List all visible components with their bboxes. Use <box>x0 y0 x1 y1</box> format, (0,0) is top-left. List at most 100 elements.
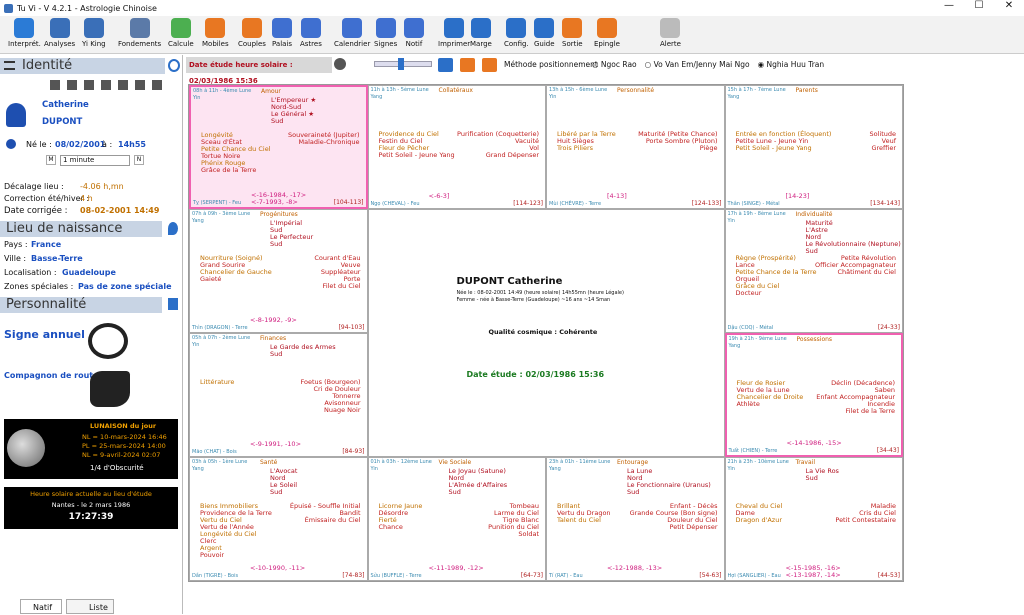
palace-age: [4-13] <box>607 192 627 200</box>
toolbar-astres-button[interactable]: Astres <box>300 18 322 52</box>
toolbar-yiking-button[interactable]: Yi King <box>82 18 106 52</box>
maximize-button[interactable]: ☐ <box>964 0 994 16</box>
toolbar-alerte-button[interactable]: Alerte <box>660 18 681 52</box>
analyses-icon <box>49 18 70 38</box>
pencil-icon[interactable] <box>50 80 60 90</box>
natal-info-1: Née le : 08-02-2001 14:49 (heure solaire… <box>456 290 624 296</box>
edit-icon[interactable] <box>482 58 497 72</box>
palace-yinyang: Yang <box>727 94 740 100</box>
palace-hour: 05h à 07h - 2ème Lune <box>192 335 251 341</box>
palace-amour[interactable]: 08h à 11h - 4ème Lune Yin Amour L'Empereur … <box>189 85 368 209</box>
calendrier-icon <box>342 18 363 38</box>
settings-icon[interactable] <box>152 80 162 90</box>
method-option[interactable]: ○ Ngoc Rao <box>592 60 637 69</box>
time-prev-button[interactable]: M <box>46 155 56 165</box>
natal-name: DUPONT Catherine <box>456 276 563 287</box>
toolbar-palais-button[interactable]: Palais <box>272 18 292 52</box>
palace-sant[interactable]: 03h à 05h - 1ère Lune Yang Santé L'Avocat No… <box>189 457 368 581</box>
tab-natif[interactable]: Natif <box>20 599 62 614</box>
menu-icon[interactable] <box>4 61 15 70</box>
interval-select[interactable]: 1 minute <box>60 155 130 166</box>
toolbar-mobiles-button[interactable]: Mobiles <box>202 18 229 52</box>
personality-header: Personnalité <box>0 297 162 313</box>
fingerprint-icon[interactable] <box>168 59 180 72</box>
palace-chart: 08h à 11h - 4ème Lune Yin Amour L'Empereur … <box>188 84 904 582</box>
city-label: Ville : <box>4 254 27 263</box>
palace-age: <-14-1986, -15> <box>786 439 842 447</box>
time-next-button[interactable]: N <box>134 155 144 165</box>
palace-parents[interactable]: 15h à 17h - 7ème Lune Yang Parents Entrée e… <box>724 85 903 209</box>
add-icon[interactable] <box>67 80 77 90</box>
palace-age: <-6-3] <box>428 192 450 200</box>
palace-personnalit[interactable]: 13h à 15h - 6ème Lune Yin Personnalité Libé… <box>546 85 725 209</box>
star-main: Sud <box>271 117 284 125</box>
alerte-icon <box>660 18 681 38</box>
clock-button[interactable] <box>334 58 346 70</box>
star-main: Le Révolutionnaire (Neptune) <box>805 240 901 248</box>
trash-icon[interactable] <box>84 80 94 90</box>
palace-possessions[interactable]: 19h à 21h - 9ème Lune Yang Possessions Fleu… <box>724 333 903 457</box>
toolbar-fondements-button[interactable]: Fondements <box>118 18 161 52</box>
method-option[interactable]: ◉ Nghia Huu Tran <box>758 60 825 69</box>
toolbar-label: Alerte <box>660 40 681 48</box>
star-right: Maladie-Chronique <box>298 138 360 146</box>
toolbar-sortie-button[interactable]: Sortie <box>562 18 583 52</box>
slider-handle[interactable] <box>398 58 404 70</box>
toolbar-imprimer-button[interactable]: Imprimer <box>438 18 470 52</box>
toolbar-epingle-button[interactable]: Epingle <box>594 18 620 52</box>
country-label: Pays : <box>4 240 28 249</box>
star-right: Grand Dépenser <box>485 151 539 159</box>
birth-time[interactable]: 14h55 <box>118 140 146 149</box>
toolbar-guide-button[interactable]: Guide <box>534 18 555 52</box>
zones-value: Pas de zone spéciale <box>78 282 172 291</box>
star-left: Petit Soleil - Jeune Yang <box>378 151 455 159</box>
toolbar-label: Imprimer <box>438 40 471 48</box>
shift-label: Décalage lieu : <box>4 182 64 191</box>
upload-icon[interactable] <box>101 80 111 90</box>
grid-icon[interactable] <box>168 298 178 310</box>
palace-hour: 03h à 05h - 1ère Lune <box>192 459 248 465</box>
palace-range: [84-93] <box>342 448 365 455</box>
birth-date[interactable]: 08/02/2001 <box>55 140 105 149</box>
method-option[interactable]: ○ Vo Van Em/Jenny Mai Ngo <box>645 60 750 69</box>
palace-branch: Tỵ (SERPENT) - Feu <box>193 200 242 206</box>
close-button[interactable]: ✕ <box>994 0 1024 16</box>
palace-viesociale[interactable]: 01h à 03h - 12ème Lune Yin Vie Sociale Le J… <box>367 457 546 581</box>
toolbar-notif-button[interactable]: Notif <box>404 18 424 52</box>
palace-yinyang: Yin <box>727 218 735 224</box>
palace-entourage[interactable]: 23h à 01h - 11ème Lune Yang Entourage La Lu… <box>546 457 725 581</box>
palace-hour: 01h à 03h - 12ème Lune <box>370 459 432 465</box>
palace-prognitures[interactable]: 07h à 09h - 3ème Lune Yang Progénitures L'I… <box>189 209 368 333</box>
palace-name: Progénitures <box>260 211 298 218</box>
lunaison-title: LUNAISON du jour <box>90 422 157 430</box>
toolbar-marge-button[interactable]: Marge <box>470 18 492 52</box>
palace-individualit[interactable]: 17h à 19h - 8ème Lune Yin Individualité Mat… <box>724 209 903 333</box>
target-icon[interactable] <box>460 58 475 72</box>
summer-label: Correction été/hiver : <box>4 194 90 203</box>
toolbar-calendrier-button[interactable]: Calendrier <box>334 18 370 52</box>
toolbar-couples-button[interactable]: Couples <box>238 18 266 52</box>
palace-travail[interactable]: 21h à 23h - 10ème Lune Yin Travail La Vie R… <box>724 457 903 581</box>
toolbar-config-button[interactable]: Config. <box>504 18 529 52</box>
download-icon[interactable] <box>118 80 128 90</box>
center-date-study: Date étude : 02/03/1986 15:36 <box>466 370 605 379</box>
star-right: Piège <box>699 144 718 152</box>
toolbar-label: Palais <box>272 40 293 48</box>
location-pin-icon[interactable] <box>168 222 178 235</box>
star-right: Greffier <box>871 144 896 152</box>
palace-collatraux[interactable]: 11h à 13h - 5ème Lune Yang Collatéraux Prov… <box>367 85 546 209</box>
toolbar-signes-button[interactable]: Signes <box>374 18 397 52</box>
palace-finances[interactable]: 05h à 07h - 2ème Lune Yin Finances Le Garde… <box>189 333 368 457</box>
toolbar-calcule-button[interactable]: Calcule <box>168 18 194 52</box>
toolbar-analyses-button[interactable]: Analyses <box>44 18 75 52</box>
screen-icon[interactable] <box>438 58 453 72</box>
window-title: Tu Vi - V 4.2.1 - Astrologie Chinoise <box>17 3 157 13</box>
toolbar-label: Astres <box>300 40 322 48</box>
lunaison-nl: NL = 10-mars-2024 16:46 <box>82 433 167 441</box>
list-icon[interactable] <box>135 80 145 90</box>
palace-branch: Ngọ (CHEVAL) - Feu <box>370 201 420 207</box>
tab-liste[interactable]: Liste <box>66 599 114 614</box>
minimize-button[interactable]: — <box>934 0 964 16</box>
star-right: Petit Dépenser <box>669 523 718 531</box>
toolbar-interprt-button[interactable]: Interprét. <box>8 18 41 52</box>
